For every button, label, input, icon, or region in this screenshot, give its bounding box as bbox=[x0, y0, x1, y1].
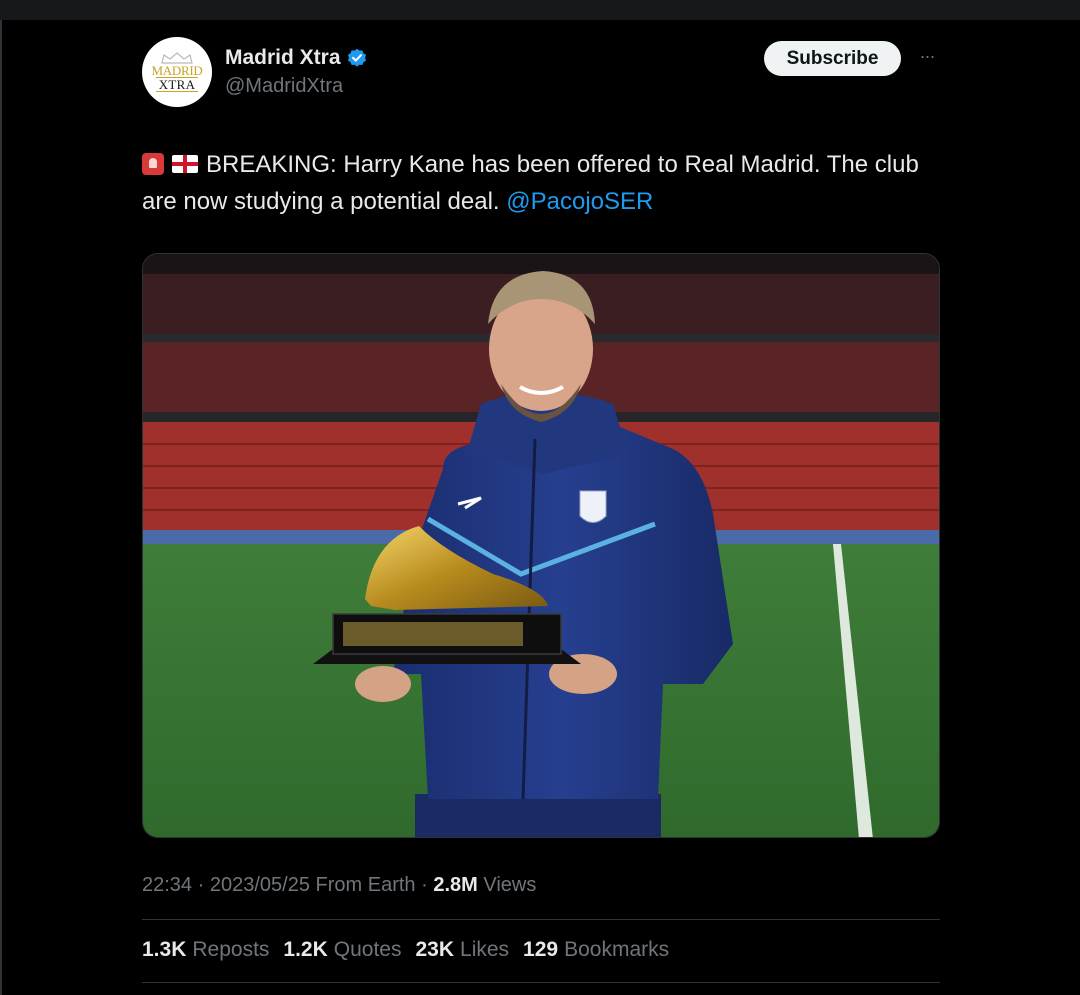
author-name[interactable]: Madrid Xtra bbox=[225, 46, 341, 70]
likes-stat[interactable]: 23K Likes bbox=[415, 938, 509, 962]
player-photo bbox=[143, 254, 939, 837]
reposts-count: 1.3K bbox=[142, 938, 187, 961]
reposts-label: Reposts bbox=[192, 938, 270, 961]
quotes-count: 1.2K bbox=[283, 938, 328, 961]
engagement-stats: 1.3K Reposts 1.2K Quotes 23K Likes 129 B… bbox=[142, 938, 669, 962]
top-bar bbox=[0, 0, 1080, 20]
reposts-stat[interactable]: 1.3K Reposts bbox=[142, 938, 269, 962]
meta-separator: · bbox=[197, 874, 210, 896]
england-flag-icon bbox=[172, 155, 198, 173]
tweet-date[interactable]: 2023/05/25 bbox=[210, 874, 310, 896]
bookmarks-stat[interactable]: 129 Bookmarks bbox=[523, 938, 669, 962]
tweet-text: BREAKING: Harry Kane has been offered to… bbox=[142, 146, 942, 220]
mention-link[interactable]: @PacojoSER bbox=[506, 188, 653, 215]
divider-top bbox=[142, 919, 940, 920]
tweet-media-image[interactable] bbox=[142, 253, 940, 838]
avatar-text-madrid: MADRID bbox=[151, 63, 203, 78]
subscribe-button[interactable]: Subscribe bbox=[764, 41, 901, 76]
author-handle[interactable]: @MadridXtra bbox=[225, 75, 343, 98]
meta-separator: · bbox=[421, 874, 434, 896]
tweet-time[interactable]: 22:34 bbox=[142, 874, 192, 896]
avatar[interactable]: MADRID XTRA bbox=[142, 37, 212, 107]
tweet-meta: 22:34 · 2023/05/25 From Earth · 2.8M Vie… bbox=[142, 874, 536, 897]
likes-count: 23K bbox=[415, 938, 455, 961]
views-count: 2.8M bbox=[433, 874, 478, 896]
views-label: Views bbox=[483, 874, 537, 896]
tweet-source: From Earth bbox=[315, 874, 416, 896]
avatar-text-xtra: XTRA bbox=[155, 77, 199, 92]
left-border bbox=[0, 20, 2, 995]
quotes-label: Quotes bbox=[333, 938, 402, 961]
verified-badge-icon bbox=[347, 48, 366, 67]
quotes-stat[interactable]: 1.2K Quotes bbox=[283, 938, 401, 962]
bookmarks-count: 129 bbox=[523, 938, 559, 961]
author-name-row: Madrid Xtra bbox=[225, 46, 367, 70]
more-options-icon[interactable]: ··· bbox=[914, 46, 940, 66]
divider-bottom bbox=[142, 982, 940, 983]
likes-label: Likes bbox=[460, 938, 510, 961]
bookmarks-label: Bookmarks bbox=[564, 938, 670, 961]
rotating-light-icon bbox=[142, 153, 164, 175]
